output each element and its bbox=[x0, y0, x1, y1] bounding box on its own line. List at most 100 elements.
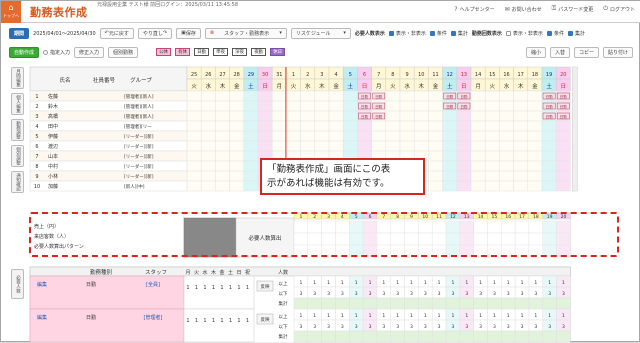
shift-cell[interactable] bbox=[257, 100, 273, 112]
shift-cell[interactable] bbox=[413, 110, 429, 122]
shift-cell[interactable] bbox=[300, 120, 316, 132]
shift-cell[interactable] bbox=[200, 90, 216, 102]
shift-cell[interactable] bbox=[200, 100, 216, 112]
shift-cell[interactable] bbox=[229, 130, 245, 142]
shift-cell[interactable] bbox=[243, 120, 259, 132]
shift-cell[interactable] bbox=[215, 130, 230, 142]
lower-count-cell[interactable] bbox=[335, 330, 350, 343]
shift-cell[interactable] bbox=[499, 160, 514, 172]
shift-cell[interactable] bbox=[215, 90, 230, 102]
shift-cell[interactable] bbox=[555, 130, 571, 142]
shift-cell[interactable] bbox=[442, 150, 458, 162]
shift-cell[interactable] bbox=[243, 100, 259, 112]
shift-cell[interactable] bbox=[442, 170, 458, 182]
shift-cell[interactable] bbox=[328, 120, 344, 132]
shift-cell[interactable] bbox=[442, 110, 458, 122]
shift-cell[interactable] bbox=[300, 130, 316, 142]
shift-cell[interactable] bbox=[442, 130, 458, 142]
lower-count-cell[interactable] bbox=[321, 297, 336, 310]
shift-cell[interactable] bbox=[499, 100, 514, 112]
shift-cell[interactable] bbox=[200, 120, 216, 132]
shift-cell[interactable] bbox=[399, 110, 415, 122]
shift-cell[interactable] bbox=[442, 120, 458, 132]
shift-cell[interactable] bbox=[271, 90, 287, 102]
shift-cell[interactable] bbox=[470, 110, 486, 122]
shift-cell[interactable] bbox=[456, 120, 472, 132]
lower-count-cell[interactable] bbox=[501, 297, 516, 310]
shift-cell[interactable] bbox=[399, 100, 415, 112]
shift-cell[interactable] bbox=[541, 120, 557, 132]
shift-cell[interactable] bbox=[541, 180, 557, 192]
shift-cell[interactable] bbox=[527, 180, 543, 192]
shift-cell[interactable] bbox=[371, 130, 387, 142]
lower-count-cell[interactable] bbox=[459, 297, 474, 310]
shift-cell[interactable] bbox=[428, 100, 443, 112]
shift-cell[interactable] bbox=[314, 90, 330, 102]
shift-cell[interactable] bbox=[555, 180, 571, 192]
shift-cell[interactable] bbox=[456, 170, 472, 182]
shift-cell[interactable] bbox=[286, 120, 301, 132]
shift-cell[interactable] bbox=[499, 130, 514, 142]
shift-cell[interactable] bbox=[484, 110, 500, 122]
shift-cell[interactable] bbox=[484, 180, 500, 192]
shift-cell[interactable] bbox=[342, 90, 358, 102]
lower-count-cell[interactable] bbox=[473, 297, 488, 310]
shift-cell[interactable] bbox=[328, 130, 344, 142]
lower-count-cell[interactable] bbox=[445, 330, 461, 343]
shift-cell[interactable] bbox=[484, 140, 500, 152]
lower-count-cell[interactable] bbox=[501, 330, 516, 343]
shift-cell[interactable] bbox=[513, 100, 529, 112]
lower-count-cell[interactable] bbox=[542, 330, 557, 343]
shift-cell[interactable] bbox=[527, 130, 543, 142]
shift-cell[interactable] bbox=[229, 170, 245, 182]
shift-cell[interactable] bbox=[555, 150, 571, 162]
shift-cell[interactable] bbox=[555, 170, 571, 182]
shift-cell[interactable] bbox=[257, 120, 273, 132]
lower-count-cell[interactable] bbox=[390, 330, 405, 343]
lower-count-cell[interactable] bbox=[473, 330, 488, 343]
lower-count-cell[interactable] bbox=[418, 297, 433, 310]
lower-count-cell[interactable] bbox=[487, 297, 502, 310]
shift-cell[interactable] bbox=[385, 110, 401, 122]
shift-cell[interactable] bbox=[257, 90, 273, 102]
shift-cell[interactable] bbox=[470, 140, 486, 152]
shift-cell[interactable] bbox=[555, 160, 571, 172]
shift-cell[interactable] bbox=[342, 110, 358, 122]
shift-cell[interactable] bbox=[229, 180, 245, 192]
shift-cell[interactable] bbox=[200, 150, 216, 162]
shift-cell[interactable] bbox=[342, 100, 358, 112]
shift-cell[interactable] bbox=[428, 160, 443, 172]
shift-cell[interactable] bbox=[215, 160, 230, 172]
shift-cell[interactable] bbox=[428, 180, 443, 192]
shift-cell[interactable] bbox=[300, 90, 316, 102]
shift-cell[interactable] bbox=[243, 140, 259, 152]
lower-count-cell[interactable] bbox=[514, 330, 530, 343]
lower-count-cell[interactable] bbox=[556, 297, 571, 310]
shift-cell[interactable] bbox=[229, 100, 245, 112]
shift-cell[interactable] bbox=[499, 170, 514, 182]
shift-cell[interactable] bbox=[186, 170, 202, 182]
shift-cell[interactable] bbox=[484, 90, 500, 102]
shift-cell[interactable] bbox=[300, 110, 316, 122]
shift-cell[interactable] bbox=[456, 130, 472, 142]
shift-cell[interactable] bbox=[271, 100, 287, 112]
lower-count-cell[interactable] bbox=[404, 330, 419, 343]
shift-cell[interactable] bbox=[243, 130, 259, 142]
shift-cell[interactable] bbox=[229, 90, 245, 102]
shift-cell[interactable] bbox=[186, 150, 202, 162]
shift-cell[interactable] bbox=[527, 160, 543, 172]
shift-cell[interactable] bbox=[413, 120, 429, 132]
shift-cell[interactable] bbox=[527, 110, 543, 122]
shift-cell[interactable] bbox=[527, 140, 543, 152]
shift-cell[interactable] bbox=[428, 110, 443, 122]
shift-cell[interactable] bbox=[513, 160, 529, 172]
shift-cell[interactable] bbox=[470, 150, 486, 162]
shift-cell[interactable] bbox=[286, 130, 301, 142]
shift-cell[interactable] bbox=[300, 100, 316, 112]
shift-cell[interactable] bbox=[186, 100, 202, 112]
shift-cell[interactable] bbox=[428, 130, 443, 142]
shift-cell[interactable] bbox=[484, 130, 500, 142]
shift-cell[interactable] bbox=[257, 110, 273, 122]
vertical-scrollbar[interactable] bbox=[572, 66, 578, 192]
shift-cell[interactable] bbox=[357, 120, 372, 132]
